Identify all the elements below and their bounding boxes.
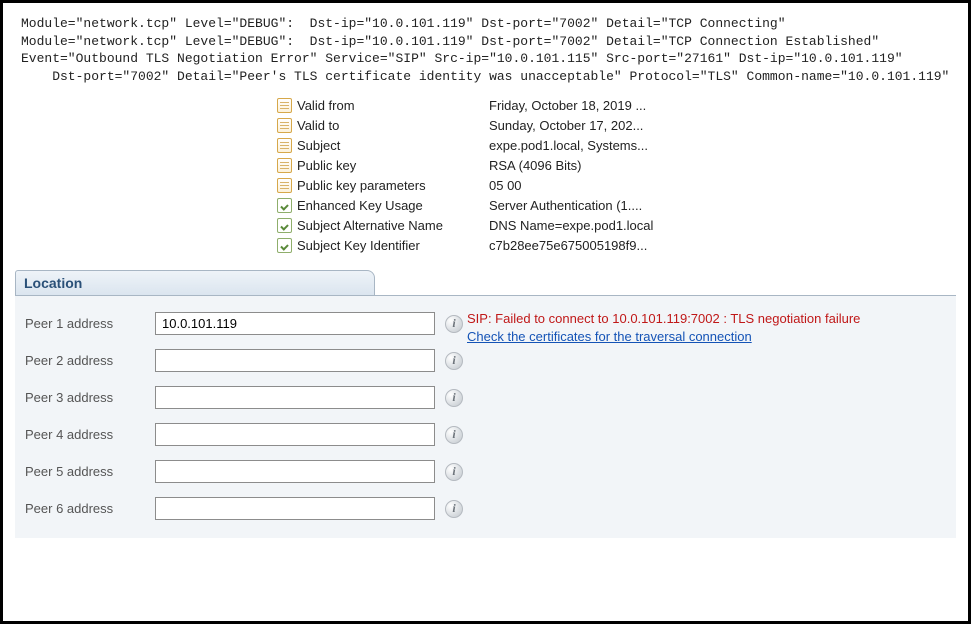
log-line: Event="Outbound TLS Negotiation Error" S… (21, 51, 903, 66)
error-help-link[interactable]: Check the certificates for the traversal… (467, 329, 752, 344)
cert-row: Valid from Friday, October 18, 2019 ... (277, 95, 956, 115)
cert-field-label: Subject (277, 138, 489, 153)
peer-address-label: Peer 6 address (25, 501, 155, 516)
peer-address-input[interactable] (155, 312, 435, 335)
cert-field-value: DNS Name=expe.pod1.local (489, 218, 956, 233)
cert-row: Valid to Sunday, October 17, 202... (277, 115, 956, 135)
extension-icon (277, 238, 292, 253)
info-icon[interactable]: i (445, 352, 463, 370)
location-tab[interactable]: Location (15, 270, 375, 296)
location-tab-label: Location (24, 275, 82, 291)
cert-field-value: RSA (4096 Bits) (489, 158, 956, 173)
cert-row: Subject expe.pod1.local, Systems... (277, 135, 956, 155)
info-icon[interactable]: i (445, 426, 463, 444)
cert-field-name: Subject Key Identifier (297, 238, 420, 253)
cert-field-name: Valid to (297, 118, 339, 133)
cert-row: Subject Key Identifier c7b28ee75e67500519… (277, 235, 956, 255)
peer-row: Peer 5 address i (25, 460, 946, 483)
cert-field-name: Subject (297, 138, 340, 153)
panel-body: SIP: Failed to connect to 10.0.101.119:7… (15, 295, 956, 538)
cert-field-label: Valid from (277, 98, 489, 113)
cert-field-value: Friday, October 18, 2019 ... (489, 98, 956, 113)
log-line: Module="network.tcp" Level="DEBUG": Dst-… (21, 34, 879, 49)
certificate-details: Valid fromFriday, October 18, 2019 ...Va… (277, 95, 956, 255)
cert-row: Subject Alternative Name DNS Name=expe.po… (277, 215, 956, 235)
debug-log: Module="network.tcp" Level="DEBUG": Dst-… (21, 15, 956, 85)
peer-address-label: Peer 3 address (25, 390, 155, 405)
cert-field-value: Server Authentication (1.... (489, 198, 956, 213)
extension-icon (277, 218, 292, 233)
cert-field-value: c7b28ee75e675005198f9... (489, 238, 956, 253)
peer-address-input[interactable] (155, 349, 435, 372)
peer-row: Peer 6 address i (25, 497, 946, 520)
peer-address-input[interactable] (155, 423, 435, 446)
info-icon[interactable]: i (445, 315, 463, 333)
peer-row: Peer 3 address i (25, 386, 946, 409)
cert-field-name: Public key parameters (297, 178, 426, 193)
document-icon (277, 118, 292, 133)
cert-row: Public key RSA (4096 Bits) (277, 155, 956, 175)
peer-address-label: Peer 4 address (25, 427, 155, 442)
peer-address-label: Peer 1 address (25, 316, 155, 331)
cert-field-label: Valid to (277, 118, 489, 133)
error-block: SIP: Failed to connect to 10.0.101.119:7… (467, 310, 860, 345)
app-frame: Module="network.tcp" Level="DEBUG": Dst-… (0, 0, 971, 624)
peer-row: Peer 4 address i (25, 423, 946, 446)
document-icon (277, 98, 292, 113)
cert-field-name: Valid from (297, 98, 355, 113)
cert-row: Public key parameters 05 00 (277, 175, 956, 195)
location-panel: Location SIP: Failed to connect to 10.0.… (15, 269, 956, 538)
cert-field-label: Subject Alternative Name (277, 218, 489, 233)
extension-icon (277, 198, 292, 213)
peer-address-label: Peer 5 address (25, 464, 155, 479)
cert-field-value: expe.pod1.local, Systems... (489, 138, 956, 153)
cert-field-name: Enhanced Key Usage (297, 198, 423, 213)
peer-address-input[interactable] (155, 460, 435, 483)
peer-row: Peer 2 address i (25, 349, 946, 372)
cert-row: Enhanced Key Usage Server Authentication … (277, 195, 956, 215)
cert-field-label: Enhanced Key Usage (277, 198, 489, 213)
cert-field-value: 05 00 (489, 178, 956, 193)
cert-field-name: Public key (297, 158, 356, 173)
document-icon (277, 178, 292, 193)
cert-field-label: Public key (277, 158, 489, 173)
cert-field-name: Subject Alternative Name (297, 218, 443, 233)
peer-address-input[interactable] (155, 386, 435, 409)
info-icon[interactable]: i (445, 500, 463, 518)
document-icon (277, 158, 292, 173)
log-line: Module="network.tcp" Level="DEBUG": Dst-… (21, 16, 786, 31)
cert-field-label: Subject Key Identifier (277, 238, 489, 253)
error-text: SIP: Failed to connect to 10.0.101.119:7… (467, 311, 860, 326)
info-icon[interactable]: i (445, 463, 463, 481)
document-icon (277, 138, 292, 153)
info-icon[interactable]: i (445, 389, 463, 407)
peer-address-input[interactable] (155, 497, 435, 520)
panel-header: Location (15, 269, 956, 295)
cert-field-label: Public key parameters (277, 178, 489, 193)
cert-field-value: Sunday, October 17, 202... (489, 118, 956, 133)
log-line: Dst-port="7002" Detail="Peer's TLS certi… (21, 69, 949, 84)
peer-address-label: Peer 2 address (25, 353, 155, 368)
